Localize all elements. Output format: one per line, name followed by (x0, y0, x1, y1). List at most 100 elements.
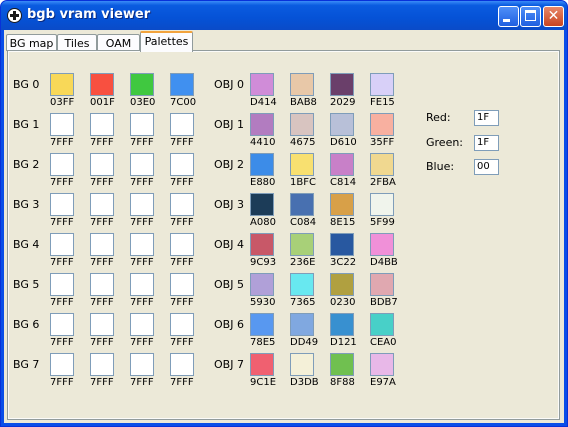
obj-palette-3-color-2-code: 8E15 (330, 217, 356, 228)
bg-palette-4-color-0-swatch[interactable] (50, 233, 74, 256)
bg-palette-1-color-3-swatch[interactable] (170, 113, 194, 136)
bg-palette-0-color-1-swatch[interactable] (90, 73, 114, 96)
obj-palette-6-color-2-swatch[interactable] (330, 313, 354, 336)
bg-palette-6-color-2-swatch[interactable] (130, 313, 154, 336)
obj-palette-7-color-2-swatch[interactable] (330, 353, 354, 376)
bg-palette-5-color-2-swatch[interactable] (130, 273, 154, 296)
bg-palette-0-color-0-swatch[interactable] (50, 73, 74, 96)
bg-palette-3-color-3-swatch[interactable] (170, 193, 194, 216)
green-field[interactable]: 1F (474, 135, 499, 151)
bg-palette-6-color-0-swatch[interactable] (50, 313, 74, 336)
bg-palette-1-color-0-swatch[interactable] (50, 113, 74, 136)
obj-palette-3-color-2-swatch[interactable] (330, 193, 354, 216)
bg-palette-1-color-1-swatch[interactable] (90, 113, 114, 136)
obj-palette-6-color-0-swatch[interactable] (250, 313, 274, 336)
obj-palette-2-color-3-code: 2FBA (370, 177, 396, 188)
bg-palette-3-color-0-swatch[interactable] (50, 193, 74, 216)
blue-field[interactable]: 00 (474, 159, 499, 175)
obj-palette-2-color-3-swatch[interactable] (370, 153, 394, 176)
obj-palette-1-color-3-swatch[interactable] (370, 113, 394, 136)
obj-palette-5-color-2-swatch[interactable] (330, 273, 354, 296)
tab-tiles[interactable]: Tiles (57, 34, 97, 51)
obj-palette-7-color-1-code: D3DB (290, 377, 319, 388)
bg-palette-7-color-2-code: 7FFF (130, 377, 154, 388)
bg-palette-7-color-1-swatch[interactable] (90, 353, 114, 376)
obj-palette-3-color-1-swatch[interactable] (290, 193, 314, 216)
obj-palette-6-label: OBJ 6 (214, 318, 244, 331)
bg-palette-4-color-1-swatch[interactable] (90, 233, 114, 256)
obj-palette-0-color-1-swatch[interactable] (290, 73, 314, 96)
bg-palette-5-color-3-swatch[interactable] (170, 273, 194, 296)
bg-palette-3-color-3-code: 7FFF (170, 217, 194, 228)
obj-palette-2-label: OBJ 2 (214, 158, 244, 171)
bg-palette-5-color-3-code: 7FFF (170, 297, 194, 308)
tab-palettes[interactable]: Palettes (140, 31, 193, 52)
client-area: BG map Tiles OAM Palettes Red: 1F Green:… (4, 30, 564, 423)
bg-palette-4-color-3-swatch[interactable] (170, 233, 194, 256)
title-bar[interactable]: bgb vram viewer ✕ (1, 1, 567, 30)
obj-palette-5-color-1-swatch[interactable] (290, 273, 314, 296)
bg-palette-2-color-1-swatch[interactable] (90, 153, 114, 176)
obj-palette-1-color-0-swatch[interactable] (250, 113, 274, 136)
obj-palette-0-color-0-swatch[interactable] (250, 73, 274, 96)
bg-palette-6-color-3-swatch[interactable] (170, 313, 194, 336)
obj-palette-5-label: OBJ 5 (214, 278, 244, 291)
obj-palette-0-color-3-swatch[interactable] (370, 73, 394, 96)
bg-palette-2-color-0-swatch[interactable] (50, 153, 74, 176)
palette-area: Red: 1F Green: 1F Blue: 00 BG 0 03FF 001F 0… (9, 52, 558, 418)
blue-label: Blue: (426, 160, 455, 173)
bg-palette-6-color-2-code: 7FFF (130, 337, 154, 348)
obj-palette-7-color-1-swatch[interactable] (290, 353, 314, 376)
obj-palette-3-color-3-swatch[interactable] (370, 193, 394, 216)
obj-palette-5-color-0-swatch[interactable] (250, 273, 274, 296)
obj-palette-2-color-0-swatch[interactable] (250, 153, 274, 176)
bg-palette-5-color-0-swatch[interactable] (50, 273, 74, 296)
obj-palette-0-color-2-swatch[interactable] (330, 73, 354, 96)
palettes-panel: Red: 1F Green: 1F Blue: 00 BG 0 03FF 001F 0… (7, 50, 560, 420)
obj-palette-1-color-2-swatch[interactable] (330, 113, 354, 136)
tab-oam[interactable]: OAM (97, 34, 140, 51)
obj-palette-4-color-1-swatch[interactable] (290, 233, 314, 256)
bg-palette-7-color-2-swatch[interactable] (130, 353, 154, 376)
obj-palette-1-color-1-swatch[interactable] (290, 113, 314, 136)
obj-palette-2-color-2-swatch[interactable] (330, 153, 354, 176)
minimize-button[interactable] (498, 6, 519, 27)
obj-palette-4-color-2-swatch[interactable] (330, 233, 354, 256)
bg-palette-0-color-2-swatch[interactable] (130, 73, 154, 96)
bg-palette-7-color-0-code: 7FFF (50, 377, 74, 388)
bg-palette-6-color-1-swatch[interactable] (90, 313, 114, 336)
bg-palette-1-color-0-code: 7FFF (50, 137, 74, 148)
bg-palette-3-color-1-swatch[interactable] (90, 193, 114, 216)
close-button[interactable]: ✕ (543, 6, 564, 27)
bg-palette-7-color-3-swatch[interactable] (170, 353, 194, 376)
bg-palette-7-color-1-code: 7FFF (90, 377, 114, 388)
obj-palette-6-color-3-swatch[interactable] (370, 313, 394, 336)
bg-palette-4-color-2-swatch[interactable] (130, 233, 154, 256)
bg-palette-0-label: BG 0 (13, 78, 40, 91)
obj-palette-7-color-3-swatch[interactable] (370, 353, 394, 376)
obj-palette-6-color-0-code: 78E5 (250, 337, 276, 348)
obj-palette-5-color-3-swatch[interactable] (370, 273, 394, 296)
obj-palette-0-color-3-code: FE15 (370, 97, 395, 108)
obj-palette-7-color-3-code: E97A (370, 377, 396, 388)
obj-palette-2-color-1-swatch[interactable] (290, 153, 314, 176)
bg-palette-2-color-2-swatch[interactable] (130, 153, 154, 176)
maximize-button[interactable] (520, 6, 541, 27)
obj-palette-3-color-0-swatch[interactable] (250, 193, 274, 216)
obj-palette-4-color-3-swatch[interactable] (370, 233, 394, 256)
obj-palette-7-color-0-swatch[interactable] (250, 353, 274, 376)
bg-palette-7-color-0-swatch[interactable] (50, 353, 74, 376)
maximize-icon (525, 10, 536, 21)
bg-palette-1-color-2-swatch[interactable] (130, 113, 154, 136)
tab-bg-map[interactable]: BG map (6, 34, 57, 51)
bg-palette-3-color-2-swatch[interactable] (130, 193, 154, 216)
obj-palette-6-color-1-swatch[interactable] (290, 313, 314, 336)
red-field[interactable]: 1F (474, 110, 499, 126)
obj-palette-4-label: OBJ 4 (214, 238, 244, 251)
obj-palette-0-color-1-code: BAB8 (290, 97, 317, 108)
bg-palette-0-color-3-swatch[interactable] (170, 73, 194, 96)
obj-palette-4-color-0-swatch[interactable] (250, 233, 274, 256)
bg-palette-5-color-1-swatch[interactable] (90, 273, 114, 296)
bg-palette-4-color-3-code: 7FFF (170, 257, 194, 268)
bg-palette-2-color-3-swatch[interactable] (170, 153, 194, 176)
